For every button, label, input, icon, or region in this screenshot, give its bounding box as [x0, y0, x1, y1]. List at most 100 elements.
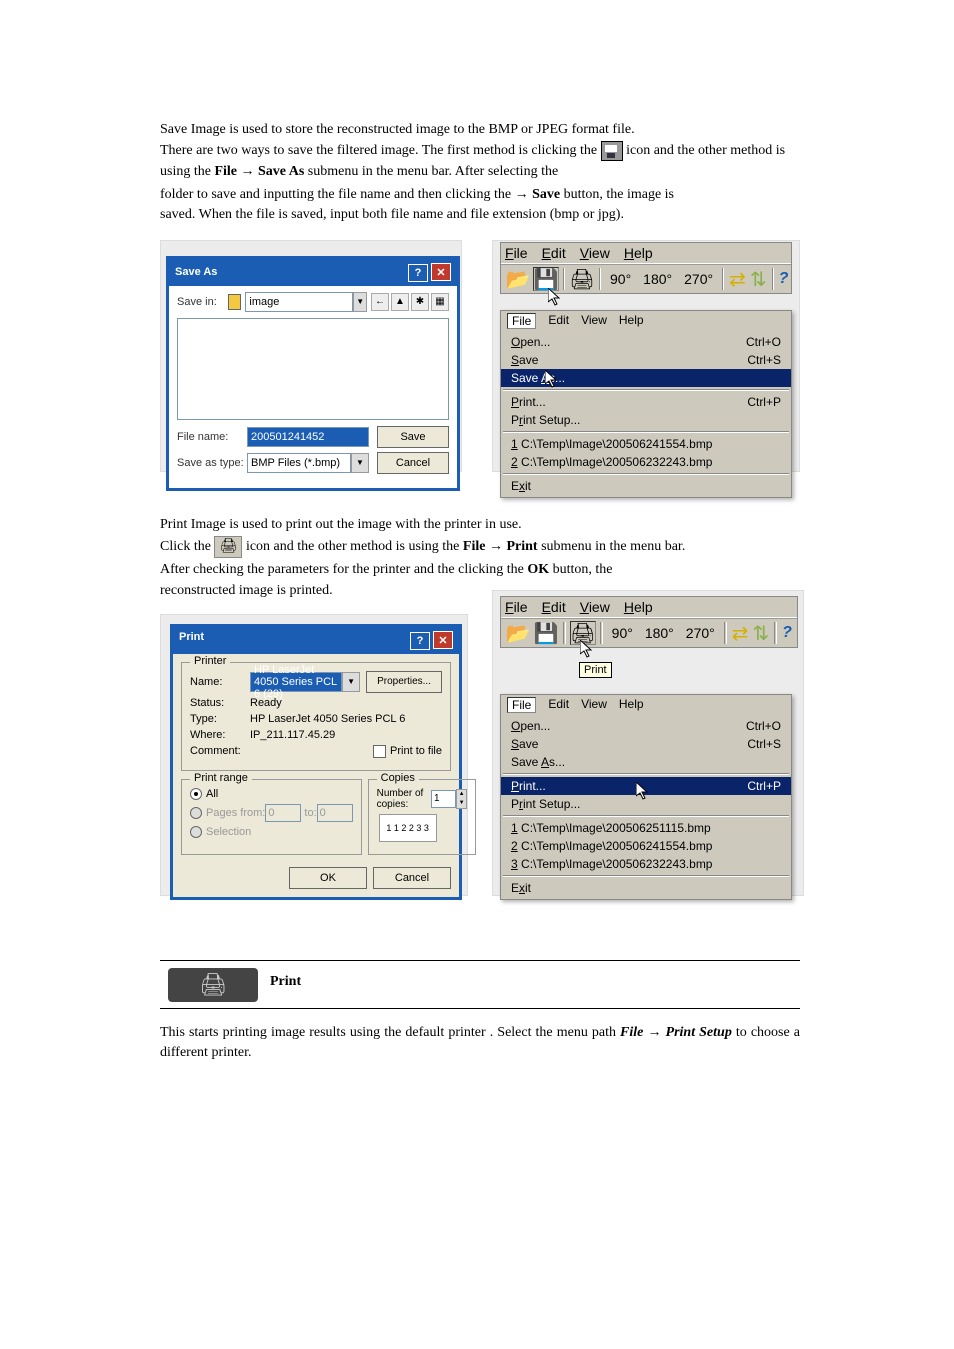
dd-view2[interactable]: View — [581, 697, 607, 713]
dd-edit2[interactable]: Edit — [548, 697, 569, 713]
save-icon-highlight[interactable]: 💾 — [533, 267, 559, 291]
mi2-recent2[interactable]: 2 C:\Temp\Image\200506241554.bmp — [501, 837, 791, 855]
bottom-label: Print — [270, 972, 301, 992]
radio-pages — [190, 807, 202, 819]
menu-file[interactable]: File — [505, 245, 528, 261]
type-value: HP LaserJet 4050 Series PCL 6 — [250, 713, 442, 725]
sep3 — [722, 268, 724, 290]
dd-file2[interactable]: File — [507, 697, 536, 713]
mi-exit[interactable]: Exit — [501, 477, 791, 495]
filename-field[interactable]: 200501241452 — [247, 427, 369, 447]
flip-h-icon2[interactable]: ⇄ — [731, 621, 750, 645]
file-menu-print: File Edit View Help Open...Ctrl+O SaveCt… — [500, 694, 792, 900]
pt2b: icon and the other method is using the — [246, 539, 463, 554]
menu-help[interactable]: Help — [624, 245, 653, 261]
bt-b: default printer — [405, 1025, 485, 1040]
save-icon2[interactable]: 💾 — [533, 621, 559, 645]
saveas-titlebar: Save As ? ✕ — [169, 259, 457, 286]
rotate-180[interactable]: 180° — [638, 268, 677, 290]
mi2-saveas[interactable]: Save As... — [501, 753, 791, 771]
mi2-printsetup[interactable]: Print Setup... — [501, 795, 791, 813]
radio-all[interactable] — [190, 788, 202, 800]
flip-v-icon2[interactable]: ⇅ — [751, 621, 770, 645]
mi-print[interactable]: Print...Ctrl+P — [501, 393, 791, 411]
dd-edit[interactable]: Edit — [548, 313, 569, 329]
mi-recent2[interactable]: 2 C:\Temp\Image\200506232243.bmp — [501, 453, 791, 471]
mi2-save-sc: Ctrl+S — [747, 737, 781, 751]
rotate-90[interactable]: 90° — [605, 268, 636, 290]
rotate-180b[interactable]: 180° — [640, 622, 679, 644]
savein-field[interactable]: image — [245, 292, 353, 312]
flip-h-icon[interactable]: ⇄ — [728, 267, 747, 291]
rotate-270b[interactable]: 270° — [681, 622, 720, 644]
rotate-90b[interactable]: 90° — [607, 622, 638, 644]
copies-input[interactable]: 1 — [431, 790, 456, 808]
newfolder-icon[interactable]: ✱ — [411, 293, 429, 311]
close-button[interactable]: ✕ — [431, 263, 451, 281]
mi-recent1[interactable]: 1 C:\Temp\Image\200506241554.bmp — [501, 435, 791, 453]
save-button[interactable]: Save — [377, 426, 449, 448]
properties-button[interactable]: Properties... — [366, 671, 442, 693]
mi-printsetup[interactable]: Print Setup... — [501, 411, 791, 429]
open-icon2[interactable]: 📂 — [505, 621, 531, 645]
t3a: folder to save and inputting the file na… — [160, 187, 515, 202]
mi2-recent3[interactable]: 3 C:\Temp\Image\200506232243.bmp — [501, 855, 791, 873]
menu-edit2[interactable]: Edit — [542, 599, 566, 615]
arrow-icon-3: → — [489, 537, 503, 553]
iconbar: 📂 💾 🖨 90° 180° 270° ⇄ ⇅ ? — [501, 264, 791, 293]
dd-help2[interactable]: Help — [619, 697, 644, 713]
menu-file2[interactable]: File — [505, 599, 528, 615]
print-button-bar[interactable]: 🖨 — [168, 968, 258, 1002]
mi2-exit[interactable]: Exit — [501, 879, 791, 897]
mi-print-sc: Ctrl+P — [747, 395, 781, 409]
filename-label: File name: — [177, 431, 247, 443]
back-icon[interactable]: ← — [371, 293, 389, 311]
ok-button[interactable]: OK — [289, 867, 367, 889]
flip-v-icon[interactable]: ⇅ — [749, 267, 768, 291]
mi-open[interactable]: Open...Ctrl+O — [501, 333, 791, 351]
t3b: Save — [532, 187, 560, 202]
viewmode-icon[interactable]: ▦ — [431, 293, 449, 311]
t2d: Save As — [258, 164, 304, 179]
print-cancel-button[interactable]: Cancel — [373, 867, 451, 889]
mi2-open[interactable]: Open...Ctrl+O — [501, 717, 791, 735]
print-close-button[interactable]: ✕ — [433, 631, 453, 649]
help-icon[interactable]: ? — [778, 267, 790, 291]
menu-help2[interactable]: Help — [624, 599, 653, 615]
menubar: File Edit View Help — [501, 243, 791, 264]
mi2-save[interactable]: SaveCtrl+S — [501, 735, 791, 753]
savein-dropdown[interactable]: ▼ — [353, 292, 367, 312]
mi-save[interactable]: SaveCtrl+S — [501, 351, 791, 369]
print-icon[interactable]: 🖨 — [569, 267, 595, 291]
mi2-recent1[interactable]: 1 C:\Temp\Image\200506251115.bmp — [501, 819, 791, 837]
status-label: Status: — [190, 697, 250, 709]
file-list-area[interactable] — [177, 318, 449, 420]
savetype-field[interactable]: BMP Files (*.bmp) — [247, 453, 351, 473]
dd-file[interactable]: File — [507, 313, 536, 329]
dd-help[interactable]: Help — [619, 313, 644, 329]
copies-spinner[interactable]: ▲▼ — [456, 789, 467, 809]
printer-name-select[interactable]: HP LaserJet 4050 Series PCL 6 (29) — [250, 672, 342, 692]
menu-view[interactable]: View — [580, 245, 610, 261]
open-icon[interactable]: 📂 — [505, 267, 531, 291]
printer-name-dropdown[interactable]: ▼ — [342, 672, 360, 692]
range-groupbox: Print range All Pages from: 0 to: 0 Sele… — [181, 779, 362, 855]
print-to-file-checkbox[interactable] — [373, 745, 386, 758]
menu-edit[interactable]: Edit — [542, 245, 566, 261]
mi2-print[interactable]: Print...Ctrl+P — [501, 777, 791, 795]
help-icon2[interactable]: ? — [781, 621, 793, 645]
print-help-button[interactable]: ? — [410, 632, 430, 650]
cancel-button[interactable]: Cancel — [377, 452, 449, 474]
help-button[interactable]: ? — [408, 264, 428, 282]
rotate-270[interactable]: 270° — [679, 268, 718, 290]
mi-saveas[interactable]: Save As... — [501, 369, 791, 387]
print-tooltip: Print — [579, 662, 612, 678]
dd2-sep2 — [503, 815, 789, 817]
print-icon-highlight[interactable]: 🖨 — [570, 621, 596, 645]
up-icon[interactable]: ▲ — [391, 293, 409, 311]
dd-view[interactable]: View — [581, 313, 607, 329]
dd2-sep3 — [503, 875, 789, 877]
menu-view2[interactable]: View — [580, 599, 610, 615]
radio-selection — [190, 826, 202, 838]
savetype-dropdown[interactable]: ▼ — [351, 453, 369, 473]
